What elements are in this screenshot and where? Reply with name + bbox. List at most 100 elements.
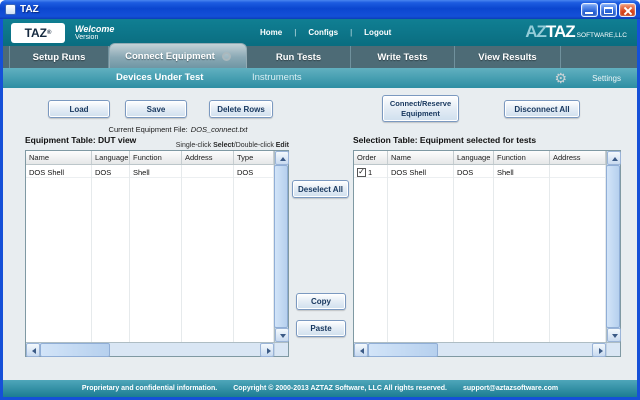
column-function: Shell bbox=[130, 165, 182, 342]
paste-button[interactable]: Paste bbox=[296, 320, 346, 337]
maximize-button[interactable] bbox=[600, 3, 617, 17]
tab-label: Run Tests bbox=[276, 52, 321, 63]
window-title: TAZ bbox=[20, 4, 579, 15]
delete-rows-button[interactable]: Delete Rows bbox=[209, 100, 273, 118]
nav-configs[interactable]: Configs bbox=[308, 28, 338, 37]
nav-home[interactable]: Home bbox=[260, 28, 282, 37]
table-cell-language[interactable]: DOS bbox=[92, 165, 129, 178]
tab-connect-equipment[interactable]: Connect Equipment bbox=[109, 43, 247, 68]
horizontal-scrollbar[interactable] bbox=[354, 343, 606, 356]
tab-bar-filler bbox=[561, 46, 631, 68]
table-cell-order[interactable]: ✓ 1 bbox=[354, 165, 387, 178]
tab-run-tests[interactable]: Run Tests bbox=[247, 46, 351, 68]
scroll-left-button[interactable] bbox=[354, 343, 368, 357]
deselect-all-button[interactable]: Deselect All bbox=[292, 180, 349, 198]
horizontal-scrollbar[interactable] bbox=[26, 343, 274, 356]
footer-proprietary: Proprietary and confidential information… bbox=[82, 385, 217, 392]
scrollbar-corner bbox=[274, 343, 288, 356]
tab-label: Write Tests bbox=[377, 52, 427, 63]
table-cell-type[interactable]: DOS bbox=[234, 165, 273, 178]
column-header-name: Name bbox=[388, 151, 454, 164]
brand-prefix: AZ bbox=[525, 22, 546, 42]
version-text: Version bbox=[75, 34, 114, 41]
gear-icon[interactable]: ⚙ bbox=[554, 69, 567, 87]
top-nav: Home | Configs | Logout bbox=[260, 19, 391, 46]
footer-support-email[interactable]: support@aztazsoftware.com bbox=[463, 385, 558, 392]
status-circle-icon bbox=[222, 52, 231, 61]
close-button[interactable] bbox=[619, 3, 636, 17]
title-bar: TAZ bbox=[0, 0, 640, 19]
equipment-table-hscroll-row bbox=[26, 342, 288, 356]
minimize-button[interactable] bbox=[581, 3, 598, 17]
nav-logout[interactable]: Logout bbox=[364, 28, 391, 37]
table-cell-function[interactable]: Shell bbox=[494, 165, 549, 178]
current-file-value: DOS_connect.txt bbox=[191, 125, 248, 134]
disconnect-all-button[interactable]: Disconnect All bbox=[504, 100, 580, 118]
table-cell-language[interactable]: DOS bbox=[454, 165, 493, 178]
row-checkbox[interactable]: ✓ bbox=[357, 168, 366, 177]
connect-reserve-equipment-button[interactable]: Connect/Reserve Equipment bbox=[382, 95, 459, 122]
save-button[interactable]: Save bbox=[125, 100, 187, 118]
tab-label: Connect Equipment bbox=[125, 51, 215, 62]
tab-setup-runs[interactable]: Setup Runs bbox=[9, 46, 109, 68]
scroll-down-button[interactable] bbox=[607, 328, 621, 342]
column-type: DOS bbox=[234, 165, 274, 342]
column-function: Shell bbox=[494, 165, 550, 342]
column-order: ✓ 1 bbox=[354, 165, 388, 342]
hint-select: Select bbox=[213, 142, 234, 149]
scroll-up-button[interactable] bbox=[275, 151, 289, 165]
table-cell-address[interactable] bbox=[550, 165, 605, 178]
tab-label: View Results bbox=[478, 52, 536, 63]
tab-write-tests[interactable]: Write Tests bbox=[351, 46, 455, 68]
table-cell-name[interactable]: DOS Shell bbox=[388, 165, 453, 178]
scrollbar-corner bbox=[606, 343, 620, 356]
selection-table-area: Order Name Language Function Address ✓ 1 bbox=[354, 151, 620, 342]
scroll-left-button[interactable] bbox=[26, 343, 40, 357]
tab-view-results[interactable]: View Results bbox=[455, 46, 561, 68]
scrollbar-thumb[interactable] bbox=[606, 165, 620, 328]
main-tab-bar: Setup Runs Connect Equipment Run Tests W… bbox=[3, 46, 637, 68]
load-button[interactable]: Load bbox=[48, 100, 110, 118]
vertical-scrollbar[interactable] bbox=[274, 151, 288, 342]
copy-button[interactable]: Copy bbox=[296, 293, 346, 310]
selection-table-hscroll-row bbox=[354, 342, 620, 356]
scroll-right-button[interactable] bbox=[260, 343, 274, 357]
equipment-table-header: Name Language Function Address Type bbox=[26, 151, 274, 165]
current-equipment-file: Current Equipment File:DOS_connect.txt bbox=[63, 125, 293, 134]
hint-text: Single-click bbox=[176, 142, 213, 149]
order-value: 1 bbox=[368, 168, 372, 177]
column-header-address: Address bbox=[550, 151, 606, 164]
maximize-icon bbox=[604, 7, 613, 14]
scrollbar-track[interactable] bbox=[110, 343, 260, 356]
scroll-right-button[interactable] bbox=[592, 343, 606, 357]
current-file-label: Current Equipment File: bbox=[109, 125, 188, 134]
column-header-address: Address bbox=[182, 151, 234, 164]
subtab-devices-under-test[interactable]: Devices Under Test bbox=[116, 72, 203, 83]
table-cell-function[interactable]: Shell bbox=[130, 165, 181, 178]
check-icon: ✓ bbox=[358, 168, 365, 176]
app-window: TAZ TAZ® Welcome Version Home | Configs … bbox=[0, 0, 640, 400]
column-name: DOS Shell bbox=[388, 165, 454, 342]
table-cell-address[interactable] bbox=[182, 165, 233, 178]
column-header-name: Name bbox=[26, 151, 92, 164]
scrollbar-thumb[interactable] bbox=[368, 343, 438, 357]
app-header: TAZ® Welcome Version Home | Configs | Lo… bbox=[3, 19, 637, 46]
scrollbar-track[interactable] bbox=[438, 343, 592, 356]
column-language: DOS bbox=[454, 165, 494, 342]
brand-logo: AZ TAZ SOFTWARE,LLC bbox=[525, 22, 627, 42]
nav-separator: | bbox=[294, 28, 296, 37]
selection-table: Order Name Language Function Address ✓ 1 bbox=[353, 150, 621, 357]
selection-table-title: Selection Table: Equipment selected for … bbox=[353, 135, 536, 145]
subtab-instruments[interactable]: Instruments bbox=[252, 72, 302, 83]
equipment-table-body: DOS Shell DOS Shell bbox=[26, 165, 274, 342]
settings-label[interactable]: Settings bbox=[592, 74, 621, 83]
scroll-up-button[interactable] bbox=[607, 151, 621, 165]
scroll-down-button[interactable] bbox=[275, 328, 289, 342]
taz-logo-text: TAZ bbox=[25, 26, 47, 40]
vertical-scrollbar[interactable] bbox=[606, 151, 620, 342]
table-cell-name[interactable]: DOS Shell bbox=[26, 165, 91, 178]
taz-logo: TAZ® bbox=[11, 23, 65, 43]
scrollbar-thumb[interactable] bbox=[40, 343, 110, 357]
scrollbar-thumb[interactable] bbox=[274, 165, 288, 328]
hint-text: /Double-click bbox=[234, 142, 276, 149]
